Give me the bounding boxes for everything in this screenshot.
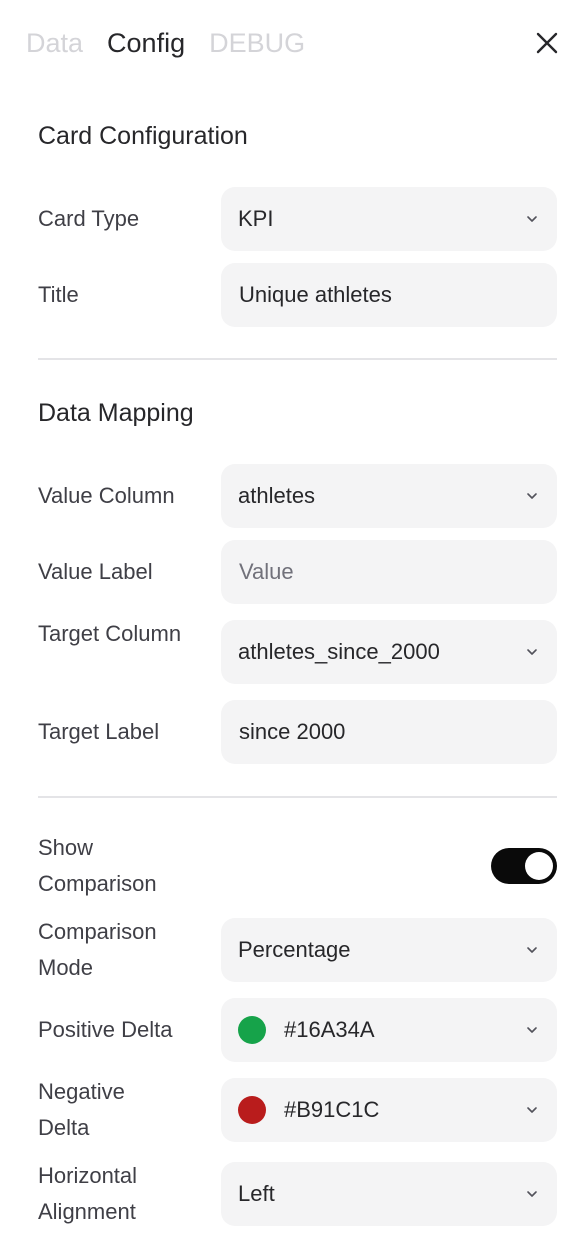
chevron-down-icon [527,947,537,953]
card-type-value: KPI [238,206,274,231]
tab-bar: Data Config DEBUG [26,26,305,60]
comparison-mode-label: Comparison Mode [38,919,157,980]
horizontal-alignment-select[interactable]: Left [221,1162,557,1226]
close-icon[interactable] [534,30,560,56]
card-configuration-heading: Card Configuration [38,122,248,150]
target-column-select[interactable]: athletes_since_2000 [221,620,557,684]
positive-delta-label: Positive Delta [38,1017,173,1042]
positive-color-swatch [238,1016,266,1044]
chevron-down-icon [527,1107,537,1113]
tab-config[interactable]: Config [107,26,185,60]
comparison-mode-select[interactable]: Percentage [221,918,557,982]
horizontal-alignment-label: Horizontal Alignment [38,1163,138,1224]
tab-debug[interactable]: DEBUG [209,26,305,60]
horizontal-alignment-value: Left [238,1181,275,1206]
show-comparison-label: Show Comparison [38,835,157,896]
card-type-label: Card Type [38,206,140,231]
value-column-label: Value Column [38,483,175,508]
target-column-value: athletes_since_2000 [238,639,440,664]
value-column-select[interactable]: athletes [221,464,557,528]
tab-data[interactable]: Data [26,26,83,60]
title-input-value: Unique athletes [239,282,392,307]
negative-delta-select[interactable]: #B91C1C [221,1078,557,1142]
target-label-input[interactable]: since 2000 [221,700,557,764]
data-mapping-heading: Data Mapping [38,399,194,427]
chevron-down-icon [527,649,537,655]
chevron-down-icon [527,493,537,499]
negative-delta-label: Negative Delta [38,1079,125,1140]
target-label-label: Target Label [38,719,160,744]
negative-delta-value: #B91C1C [284,1097,380,1122]
value-label-input[interactable]: Value [221,540,557,604]
section-divider [38,358,557,360]
comparison-mode-value: Percentage [238,937,351,962]
negative-color-swatch [238,1096,266,1124]
positive-delta-value: #16A34A [284,1017,375,1042]
show-comparison-toggle[interactable] [491,848,557,884]
toggle-knob [525,852,553,880]
chevron-down-icon [527,216,537,222]
target-column-label: Target Column [38,621,182,646]
title-input[interactable]: Unique athletes [221,263,557,327]
target-label-value: since 2000 [239,719,346,744]
positive-delta-select[interactable]: #16A34A [221,998,557,1062]
title-label: Title [38,282,79,307]
card-type-select[interactable]: KPI [221,187,557,251]
section-divider [38,796,557,798]
chevron-down-icon [527,1027,537,1033]
value-label-placeholder: Value [239,559,294,584]
value-column-value: athletes [238,483,316,508]
chevron-down-icon [527,1191,537,1197]
value-label-label: Value Label [38,559,153,584]
